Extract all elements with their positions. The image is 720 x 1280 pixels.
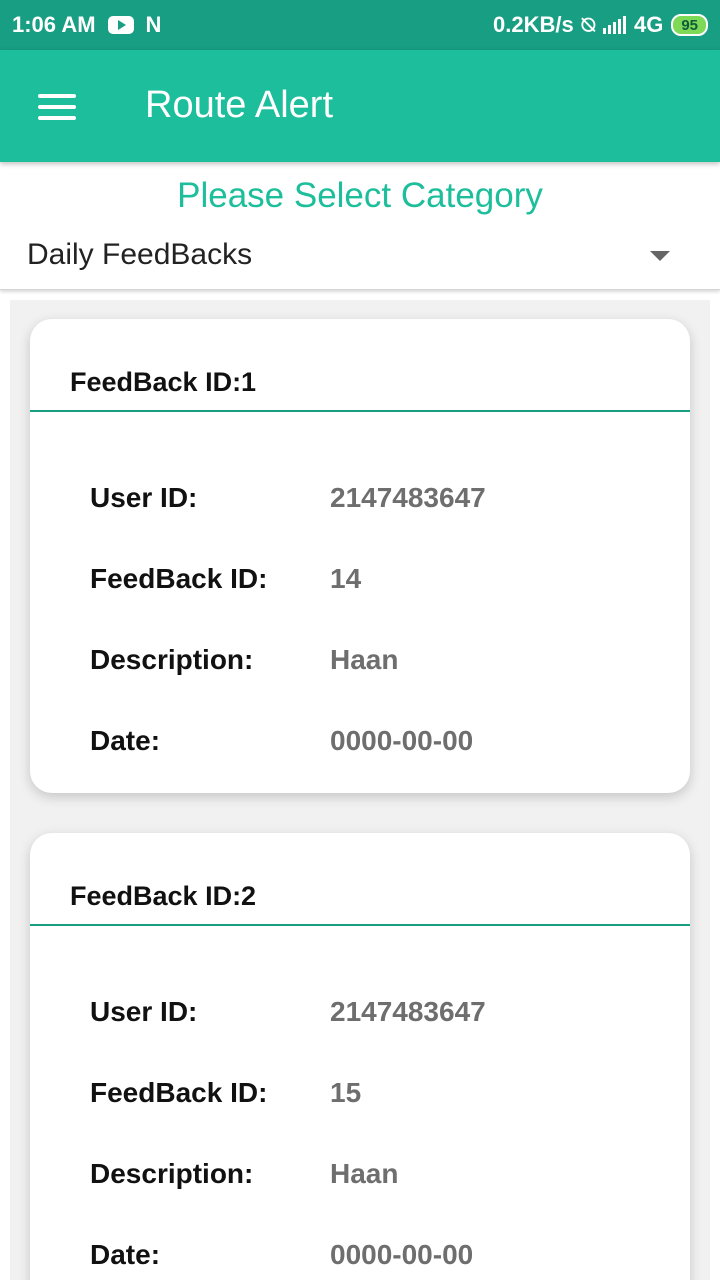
dropdown-arrow-icon	[650, 251, 670, 261]
feedback-id-row: FeedBack ID: 15	[90, 1077, 650, 1117]
network-type: 4G	[633, 12, 664, 37]
description-label: Description:	[90, 1158, 254, 1189]
menu-icon[interactable]	[38, 94, 76, 120]
date-row: Date: 0000-00-00	[90, 725, 650, 765]
date-value: 0000-00-00	[330, 1239, 474, 1270]
notification-n-icon: N	[145, 12, 162, 37]
user-id-row: User ID: 2147483647	[90, 482, 650, 522]
description-label: Description:	[90, 644, 254, 675]
feedback-id-label: FeedBack ID:	[90, 1077, 268, 1108]
feedback-card[interactable]: FeedBack ID:2 User ID: 2147483647 FeedBa…	[30, 833, 690, 1280]
feedback-card-title: FeedBack ID:2	[70, 881, 257, 911]
signal-icon	[602, 16, 626, 34]
feedback-id-value: 14	[330, 563, 362, 594]
feedback-id-label: FeedBack ID:	[90, 563, 268, 594]
user-id-label: User ID:	[90, 482, 198, 513]
battery-icon: 95	[671, 14, 708, 36]
feedback-card-title: FeedBack ID:1	[70, 367, 257, 397]
network-speed: 0.2KB/s	[493, 12, 574, 37]
card-divider	[30, 410, 690, 412]
description-value: Haan	[330, 644, 399, 675]
status-time: 1:06 AM	[12, 12, 96, 37]
feedback-list[interactable]: FeedBack ID:1 User ID: 2147483647 FeedBa…	[10, 300, 710, 1280]
description-value: Haan	[330, 1158, 399, 1189]
card-divider	[30, 924, 690, 926]
user-id-row: User ID: 2147483647	[90, 996, 650, 1036]
alarm-off-icon: ⍉	[581, 12, 595, 37]
category-selected-value: Daily FeedBacks	[27, 238, 253, 271]
date-value: 0000-00-00	[330, 725, 474, 756]
date-row: Date: 0000-00-00	[90, 1239, 650, 1279]
date-label: Date:	[90, 1239, 161, 1270]
category-prompt: Please Select Category	[177, 176, 543, 215]
status-bar: 1:06 AM N 0.2KB/s ⍉ 4G 95	[0, 0, 720, 50]
youtube-icon	[107, 16, 134, 34]
description-row: Description: Haan	[90, 644, 650, 684]
app-bar: Route Alert	[0, 50, 720, 162]
user-id-value: 2147483647	[330, 482, 486, 513]
feedback-card[interactable]: FeedBack ID:1 User ID: 2147483647 FeedBa…	[30, 319, 690, 793]
app-title: Route Alert	[145, 84, 333, 126]
category-dropdown[interactable]: Daily FeedBacks	[0, 228, 720, 290]
date-label: Date:	[90, 725, 161, 756]
battery-level: 95	[681, 16, 698, 34]
user-id-label: User ID:	[90, 996, 198, 1027]
feedback-id-row: FeedBack ID: 14	[90, 563, 650, 603]
feedback-id-value: 15	[330, 1077, 362, 1108]
user-id-value: 2147483647	[330, 996, 486, 1027]
description-row: Description: Haan	[90, 1158, 650, 1198]
